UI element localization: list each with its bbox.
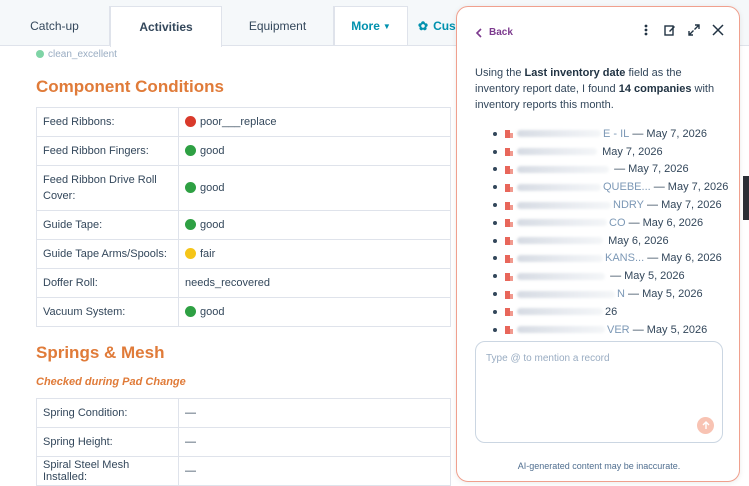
list-item[interactable]: — May 5, 2026 xyxy=(493,267,733,285)
property-label: Spring Condition: xyxy=(36,398,179,428)
status-yellow-icon xyxy=(185,248,196,259)
status-green-icon xyxy=(185,145,196,156)
property-label: Feed Ribbon Drive Roll Cover: xyxy=(36,165,179,211)
property-value[interactable]: good xyxy=(178,297,451,327)
close-icon[interactable] xyxy=(711,23,725,37)
building-icon xyxy=(505,308,513,317)
property-value[interactable]: needs_recovered xyxy=(178,268,451,298)
property-label: Doffer Roll: xyxy=(36,268,179,298)
springs-mesh-title: Springs & Mesh xyxy=(36,343,165,362)
property-row: Feed Ribbon Drive Roll Cover: good xyxy=(36,165,451,211)
building-icon xyxy=(505,148,513,157)
property-value[interactable]: — xyxy=(178,456,451,486)
springs-mesh-table: Spring Condition: — Spring Height: — Spi… xyxy=(36,398,451,486)
previous-section-value: clean_excellent xyxy=(36,49,117,60)
message-composer[interactable]: Type @ to mention a record xyxy=(475,341,723,443)
component-conditions-table: Feed Ribbons: poor___replace Feed Ribbon… xyxy=(36,107,451,327)
building-icon xyxy=(505,219,513,228)
status-red-icon xyxy=(185,116,196,127)
expand-icon[interactable] xyxy=(687,23,701,37)
tab-activities[interactable]: Activities xyxy=(110,6,222,47)
building-icon xyxy=(505,201,513,210)
list-item[interactable]: VER — May 5, 2026 xyxy=(493,321,733,339)
panel-header-actions xyxy=(639,23,725,37)
company-results-list: E - IL — May 7, 2026 May 7, 2026 — May 7… xyxy=(493,125,733,339)
building-icon xyxy=(505,290,513,299)
property-row: Feed Ribbon Fingers: good xyxy=(36,136,451,166)
property-value[interactable]: good xyxy=(178,210,451,240)
assistant-message: Using the Last inventory date field as t… xyxy=(475,67,715,111)
property-row: Vacuum System: good xyxy=(36,297,451,327)
list-item[interactable]: N — May 5, 2026 xyxy=(493,285,733,303)
back-button[interactable]: Back xyxy=(475,27,513,38)
list-item[interactable]: — May 7, 2026 xyxy=(493,161,733,179)
building-icon xyxy=(505,254,513,263)
list-item[interactable]: CO — May 6, 2026 xyxy=(493,214,733,232)
list-item[interactable]: KANS... — May 6, 2026 xyxy=(493,250,733,268)
property-label: Vacuum System: xyxy=(36,297,179,327)
property-label: Guide Tape Arms/Spools: xyxy=(36,239,179,269)
property-label: Feed Ribbon Fingers: xyxy=(36,136,179,166)
tab-equipment[interactable]: Equipment xyxy=(222,6,334,46)
building-icon xyxy=(505,326,513,335)
building-icon xyxy=(505,165,513,174)
record-main-content: clean_excellent Component Conditions Fee… xyxy=(0,46,456,486)
list-item[interactable]: E - IL — May 7, 2026 xyxy=(493,125,733,143)
list-item[interactable]: 26 xyxy=(493,303,733,321)
property-label: Spring Height: xyxy=(36,427,179,457)
scroll-edge xyxy=(743,176,749,220)
assistant-panel: Back Using the Last inventory date field… xyxy=(456,6,740,482)
status-green-icon xyxy=(185,306,196,317)
property-row: Guide Tape: good xyxy=(36,210,451,240)
tab-more-dropdown[interactable]: More ▼ xyxy=(334,6,408,46)
list-item[interactable]: May 7, 2026 xyxy=(493,143,733,161)
springs-mesh-subtitle: Checked during Pad Change xyxy=(36,376,186,388)
gear-icon: ✿ xyxy=(418,19,429,33)
tab-catch-up[interactable]: Catch-up xyxy=(0,6,110,46)
property-label: Guide Tape: xyxy=(36,210,179,240)
property-row: Doffer Roll: needs_recovered xyxy=(36,268,451,298)
property-row: Feed Ribbons: poor___replace xyxy=(36,107,451,137)
property-row: Spring Condition: — xyxy=(36,398,451,428)
edit-icon[interactable] xyxy=(663,23,677,37)
caret-down-icon: ▼ xyxy=(382,21,391,31)
status-green-icon xyxy=(185,219,196,230)
building-icon xyxy=(505,272,513,281)
vertical-ellipsis-icon[interactable] xyxy=(639,23,653,37)
property-value[interactable]: good xyxy=(178,136,451,166)
list-item[interactable]: May 6, 2026 xyxy=(493,232,733,250)
property-row: Spiral Steel Mesh Installed: — xyxy=(36,456,451,486)
building-icon xyxy=(505,183,513,192)
property-value[interactable]: — xyxy=(178,427,451,457)
status-dot xyxy=(36,50,44,58)
list-item[interactable]: NDRY — May 7, 2026 xyxy=(493,196,733,214)
ai-disclaimer: AI-generated content may be inaccurate. xyxy=(517,461,681,471)
property-label: Feed Ribbons: xyxy=(36,107,179,137)
property-value[interactable]: — xyxy=(178,398,451,428)
component-conditions-title: Component Conditions xyxy=(36,77,224,96)
property-row: Guide Tape Arms/Spools: fair xyxy=(36,239,451,269)
chevron-left-icon xyxy=(475,27,482,38)
send-icon xyxy=(702,421,709,429)
property-value[interactable]: good xyxy=(178,165,451,211)
property-row: Spring Height: — xyxy=(36,427,451,457)
property-label: Spiral Steel Mesh Installed: xyxy=(36,456,179,486)
property-value[interactable]: fair xyxy=(178,239,451,269)
composer-placeholder: Type @ to mention a record xyxy=(486,353,610,364)
send-button[interactable] xyxy=(697,417,714,434)
list-item[interactable]: QUEBE... — May 7, 2026 xyxy=(493,178,733,196)
building-icon xyxy=(505,130,513,139)
status-green-icon xyxy=(185,182,196,193)
property-value[interactable]: poor___replace xyxy=(178,107,451,137)
building-icon xyxy=(505,237,513,246)
